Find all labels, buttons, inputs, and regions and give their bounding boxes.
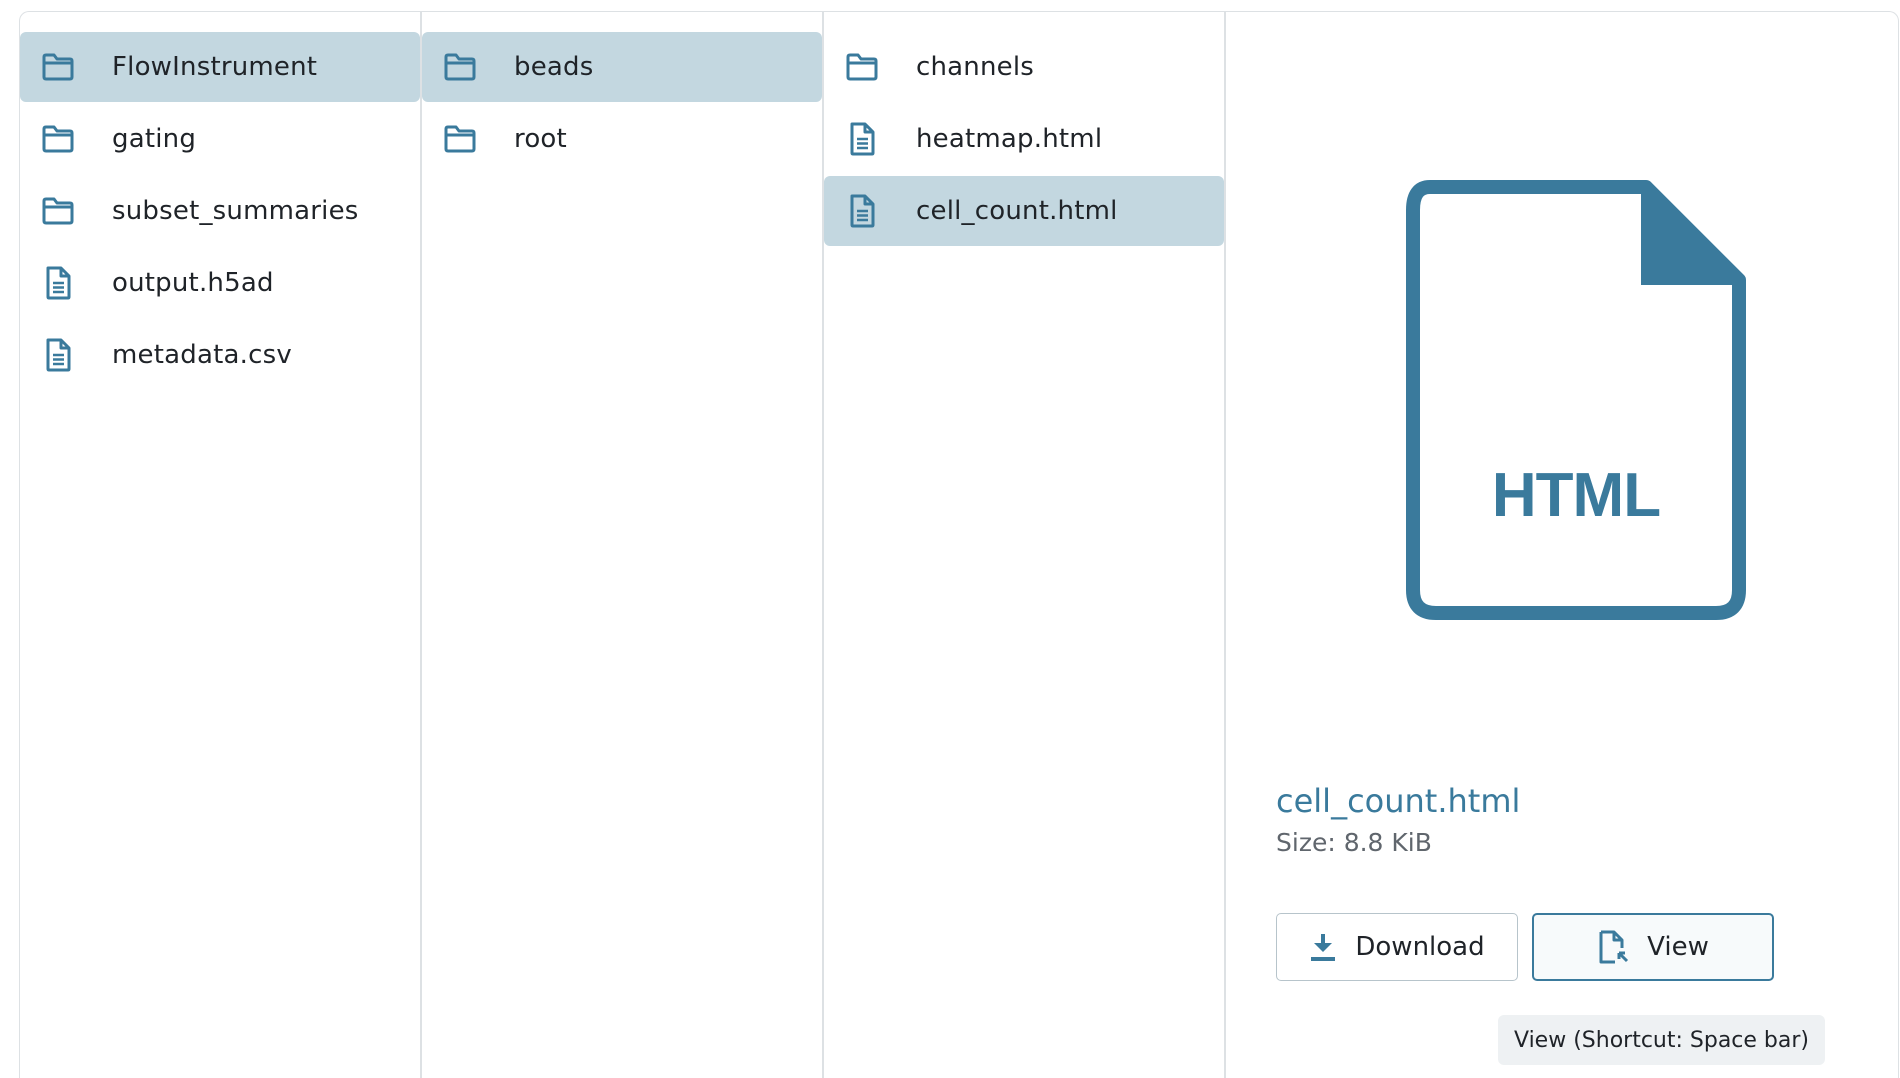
item-label: root bbox=[514, 124, 567, 154]
item-label: heatmap.html bbox=[916, 124, 1103, 154]
list-item[interactable]: beads bbox=[422, 32, 822, 102]
folder-icon bbox=[40, 121, 76, 157]
list-item[interactable]: heatmap.html bbox=[824, 104, 1224, 174]
file-icon bbox=[40, 337, 76, 373]
list-item[interactable]: subset_summaries bbox=[20, 176, 420, 246]
preview-file-size: Size: 8.8 KiB bbox=[1276, 828, 1432, 857]
item-label: FlowInstrument bbox=[112, 52, 318, 82]
list-item[interactable]: FlowInstrument bbox=[20, 32, 420, 102]
file-browser: FlowInstrument gating subset_summaries o… bbox=[19, 11, 1899, 1078]
file-type-label: HTML bbox=[1491, 461, 1661, 530]
view-button[interactable]: View bbox=[1532, 913, 1774, 981]
file-preview-panel: HTML cell_count.html Size: 8.8 KiB Downl… bbox=[1226, 12, 1898, 1078]
list-item[interactable]: gating bbox=[20, 104, 420, 174]
folder-icon bbox=[442, 49, 478, 85]
download-label: Download bbox=[1355, 932, 1485, 962]
file-icon bbox=[844, 193, 880, 229]
folder-icon bbox=[40, 193, 76, 229]
file-icon bbox=[844, 121, 880, 157]
folder-icon bbox=[40, 49, 76, 85]
column-3: channels heatmap.html cell_count.html bbox=[824, 12, 1226, 1078]
item-label: subset_summaries bbox=[112, 196, 359, 226]
item-label: beads bbox=[514, 52, 594, 82]
download-button[interactable]: Download bbox=[1276, 913, 1518, 981]
view-shortcut-tooltip: View (Shortcut: Space bar) bbox=[1498, 1015, 1826, 1065]
item-label: metadata.csv bbox=[112, 340, 292, 370]
html-file-icon: HTML bbox=[1406, 180, 1746, 620]
column-2: beads root bbox=[422, 12, 824, 1078]
folder-icon bbox=[844, 49, 880, 85]
preview-file-name: cell_count.html bbox=[1276, 782, 1521, 820]
item-label: cell_count.html bbox=[916, 196, 1118, 226]
view-label: View bbox=[1647, 932, 1709, 962]
list-item[interactable]: metadata.csv bbox=[20, 320, 420, 390]
list-item[interactable]: root bbox=[422, 104, 822, 174]
download-icon bbox=[1309, 932, 1337, 962]
item-label: gating bbox=[112, 124, 197, 154]
item-label: output.h5ad bbox=[112, 268, 274, 298]
file-icon bbox=[40, 265, 76, 301]
item-label: channels bbox=[916, 52, 1035, 82]
view-file-icon bbox=[1597, 930, 1629, 964]
list-item[interactable]: cell_count.html bbox=[824, 176, 1224, 246]
folder-icon bbox=[442, 121, 478, 157]
list-item[interactable]: channels bbox=[824, 32, 1224, 102]
column-1: FlowInstrument gating subset_summaries o… bbox=[20, 12, 422, 1078]
list-item[interactable]: output.h5ad bbox=[20, 248, 420, 318]
